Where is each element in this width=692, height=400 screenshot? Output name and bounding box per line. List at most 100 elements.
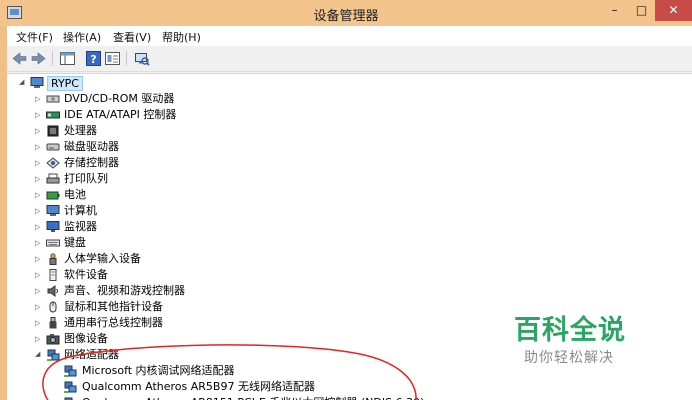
toolbar-separator <box>126 51 127 66</box>
tree-category[interactable]: ▷ 键盘 <box>35 235 285 251</box>
close-button[interactable]: ✕ <box>655 0 692 21</box>
processor-icon <box>47 125 59 137</box>
menu-help[interactable]: 帮助(H) <box>162 29 201 45</box>
network-adapter-icon <box>64 381 77 393</box>
keyboard-icon <box>46 239 60 247</box>
tree-category[interactable]: ▷ 图像设备 <box>35 331 285 347</box>
tree-category-network-adapters[interactable]: ◢ 网络适配器 <box>35 347 285 363</box>
network-adapter-item[interactable]: Microsoft 内核调试网络适配器 <box>63 363 443 379</box>
show-hide-console-tree-icon[interactable] <box>59 50 76 67</box>
network-adapter-label: Qualcomm Atheros AR5B97 无线网络适配器 <box>82 380 315 393</box>
forward-arrow-icon[interactable] <box>30 50 47 67</box>
tree-category-label: 声音、视频和游戏控制器 <box>64 284 185 297</box>
hid-icon <box>49 253 57 265</box>
tree-category-label: 计算机 <box>64 204 97 217</box>
tree-category-label: IDE ATA/ATAPI 控制器 <box>64 108 177 121</box>
tree-category-label: 网络适配器 <box>64 348 119 361</box>
properties-icon[interactable] <box>104 50 121 67</box>
expand-arrow-icon[interactable]: ▷ <box>35 203 43 219</box>
disk-drive-icon <box>46 143 60 151</box>
expand-arrow-icon[interactable]: ▷ <box>35 315 43 331</box>
tree-category-label: 存储控制器 <box>64 156 119 169</box>
menu-bar: 文件(F) 操作(A) 查看(V) 帮助(H) <box>7 26 692 46</box>
tree-category-label: 鼠标和其他指针设备 <box>64 300 163 313</box>
window-title: 设备管理器 <box>313 9 379 24</box>
watermark-subtitle: 助你轻松解决 <box>524 350 614 366</box>
battery-icon <box>46 191 60 200</box>
tree-category-label: 人体学输入设备 <box>64 252 141 265</box>
tree-category[interactable]: ▷ 软件设备 <box>35 267 285 283</box>
title-bar: 设备管理器 – □ ✕ <box>0 0 692 26</box>
tree-category[interactable]: ▷ 计算机 <box>35 203 285 219</box>
network-adapter-icon <box>64 365 77 377</box>
network-adapter-icon <box>47 349 60 361</box>
tree-category[interactable]: ▷ 存储控制器 <box>35 155 285 171</box>
tree-category[interactable]: ▷ 磁盘驱动器 <box>35 139 285 155</box>
expand-arrow-icon[interactable]: ▷ <box>35 171 43 187</box>
collapse-arrow-icon[interactable]: ◢ <box>19 74 27 90</box>
dvd-drive-icon <box>46 95 60 103</box>
tree-category[interactable]: ▷ DVD/CD-ROM 驱动器 <box>35 91 285 107</box>
expand-arrow-icon[interactable]: ▷ <box>35 283 43 299</box>
usb-icon <box>49 317 57 329</box>
svg-text:?: ? <box>90 53 96 66</box>
toolbar: ? <box>7 46 692 72</box>
menu-file[interactable]: 文件(F) <box>16 29 53 45</box>
help-icon[interactable]: ? <box>85 50 102 67</box>
expand-arrow-icon[interactable]: ▷ <box>35 139 43 155</box>
tree-root[interactable]: ◢ RYPC <box>19 75 319 91</box>
menu-action[interactable]: 操作(A) <box>63 29 101 45</box>
computer-icon <box>30 77 44 88</box>
sound-icon <box>47 285 58 297</box>
root-computer-name[interactable]: RYPC <box>47 76 83 91</box>
collapse-arrow-icon[interactable]: ◢ <box>35 346 43 362</box>
maximize-button[interactable]: □ <box>628 0 655 21</box>
expand-arrow-icon[interactable]: ▷ <box>35 219 43 235</box>
tree-category[interactable]: ▷ 鼠标和其他指针设备 <box>35 299 285 315</box>
back-arrow-icon[interactable] <box>11 50 28 67</box>
tree-category-label: 键盘 <box>64 236 86 249</box>
toolbar-separator <box>52 51 53 66</box>
ide-controller-icon <box>46 111 60 119</box>
expand-arrow-icon[interactable]: ▷ <box>35 91 43 107</box>
network-adapter-label: Microsoft 内核调试网络适配器 <box>82 364 235 377</box>
watermark-title: 百科全说 <box>514 315 626 346</box>
imaging-device-icon <box>46 334 60 345</box>
expand-arrow-icon[interactable]: ▷ <box>35 235 43 251</box>
printer-icon <box>46 173 60 184</box>
tree-category-label: 处理器 <box>64 124 97 137</box>
expand-arrow-icon[interactable]: ▷ <box>35 107 43 123</box>
expand-arrow-icon[interactable]: ▷ <box>35 155 43 171</box>
computer-icon <box>46 205 60 216</box>
scan-hardware-changes-icon[interactable] <box>133 50 150 67</box>
tree-category-label: 监视器 <box>64 220 97 233</box>
network-adapter-item[interactable]: Qualcomm Atheros AR8151 PCI-E 千兆以太网控制器 (… <box>63 395 443 400</box>
expand-arrow-icon[interactable]: ▷ <box>35 251 43 267</box>
tree-category[interactable]: ▷ 人体学输入设备 <box>35 251 285 267</box>
tree-category[interactable]: ▷ IDE ATA/ATAPI 控制器 <box>35 107 285 123</box>
minimize-button[interactable]: – <box>601 0 628 21</box>
expand-arrow-icon[interactable]: ▷ <box>35 123 43 139</box>
software-device-icon <box>49 269 57 281</box>
tree-category-label: 打印队列 <box>64 172 108 185</box>
network-adapter-label: Qualcomm Atheros AR8151 PCI-E 千兆以太网控制器 (… <box>82 395 424 400</box>
tree-category-label: 图像设备 <box>64 332 108 345</box>
expand-arrow-icon[interactable]: ▷ <box>35 187 43 203</box>
tree-category[interactable]: ▷ 监视器 <box>35 219 285 235</box>
expand-arrow-icon[interactable]: ▷ <box>35 299 43 315</box>
monitor-icon <box>46 221 60 232</box>
network-adapter-item[interactable]: Qualcomm Atheros AR5B97 无线网络适配器 <box>63 379 443 395</box>
tree-category[interactable]: ▷ 声音、视频和游戏控制器 <box>35 283 285 299</box>
menu-view[interactable]: 查看(V) <box>113 29 151 45</box>
storage-controller-icon <box>46 157 60 169</box>
expand-arrow-icon[interactable]: ▷ <box>35 267 43 283</box>
mouse-icon <box>49 301 57 313</box>
tree-category-label: 通用串行总线控制器 <box>64 316 163 329</box>
expand-arrow-icon[interactable]: ▷ <box>35 331 43 347</box>
tree-category[interactable]: ▷ 打印队列 <box>35 171 285 187</box>
tree-category[interactable]: ▷ 处理器 <box>35 123 285 139</box>
tree-category-label: 磁盘驱动器 <box>64 140 119 153</box>
tree-category[interactable]: ▷ 电池 <box>35 187 285 203</box>
tree-category[interactable]: ▷ 通用串行总线控制器 <box>35 315 285 331</box>
tree-category-label: 软件设备 <box>64 268 108 281</box>
